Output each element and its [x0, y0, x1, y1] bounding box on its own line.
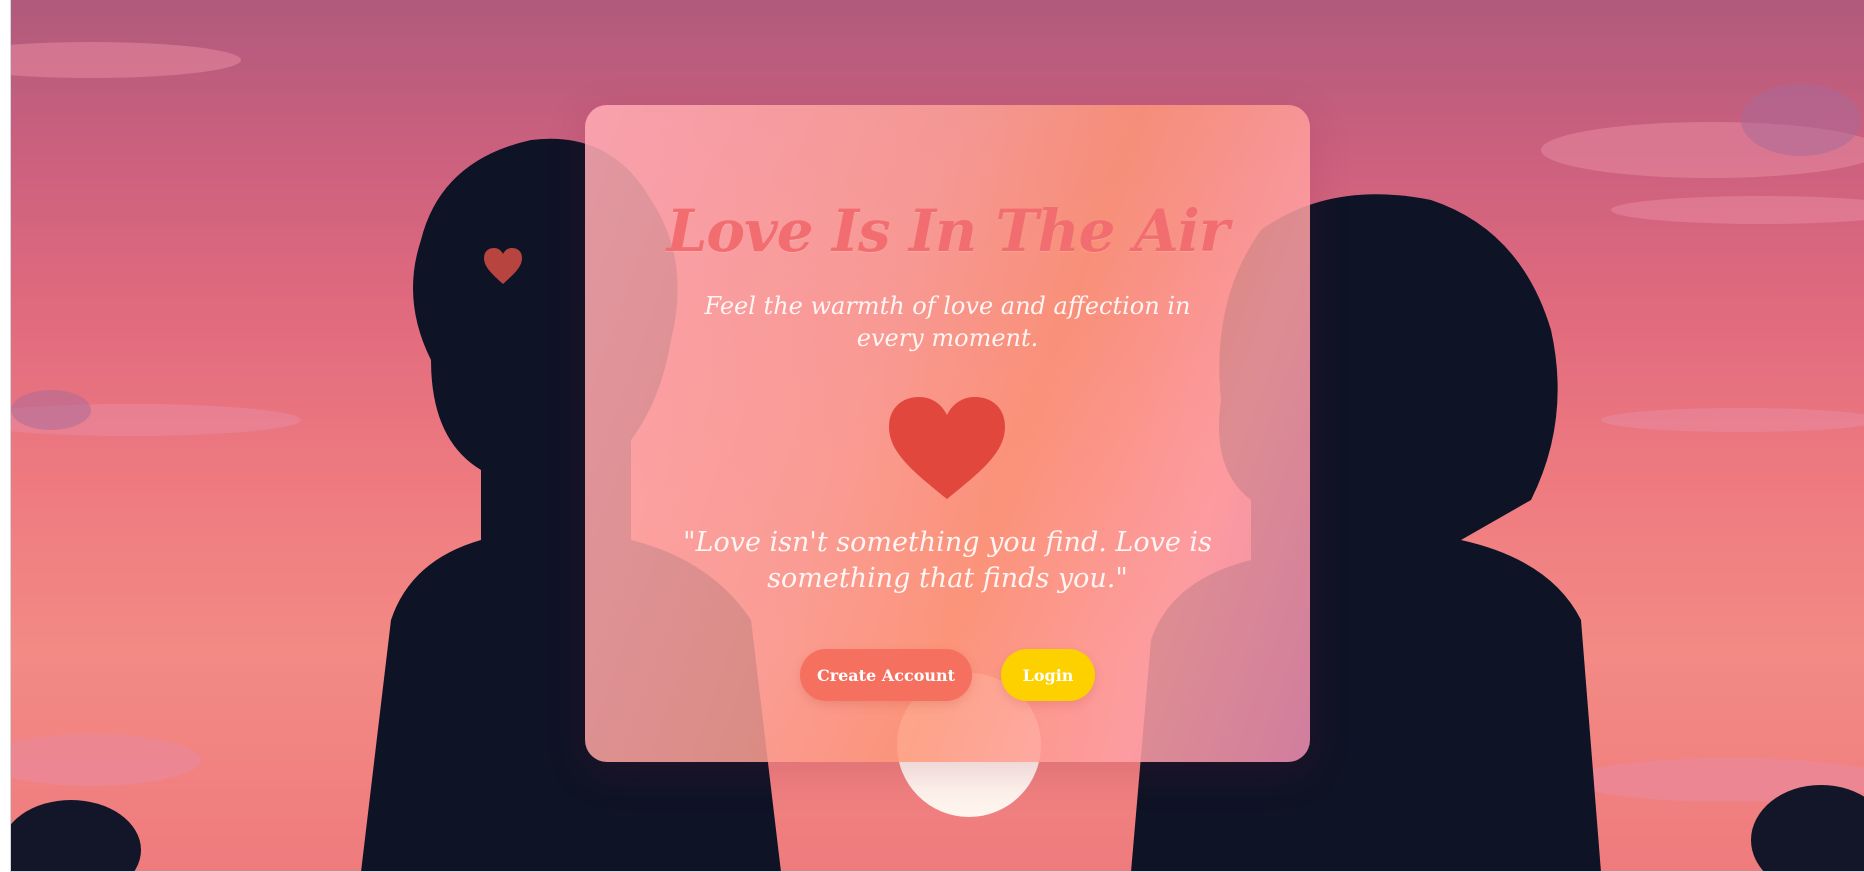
- floating-heart-icon: [484, 248, 522, 284]
- subtitle: Feel the warmth of love and affection in…: [704, 292, 1191, 352]
- page-viewport: Love Is In The Air Feel the warmth of lo…: [10, 0, 1864, 872]
- page-title: Love Is In The Air: [666, 197, 1230, 265]
- create-account-button[interactable]: Create Account: [800, 649, 972, 701]
- love-quote: "Love isn't something you find. Love is …: [683, 527, 1212, 594]
- heart-icon: [889, 397, 1005, 499]
- login-button[interactable]: Login: [1001, 649, 1095, 701]
- card-content: Love Is In The Air Feel the warmth of lo…: [585, 105, 1310, 762]
- welcome-card: Love Is In The Air Feel the warmth of lo…: [585, 105, 1310, 762]
